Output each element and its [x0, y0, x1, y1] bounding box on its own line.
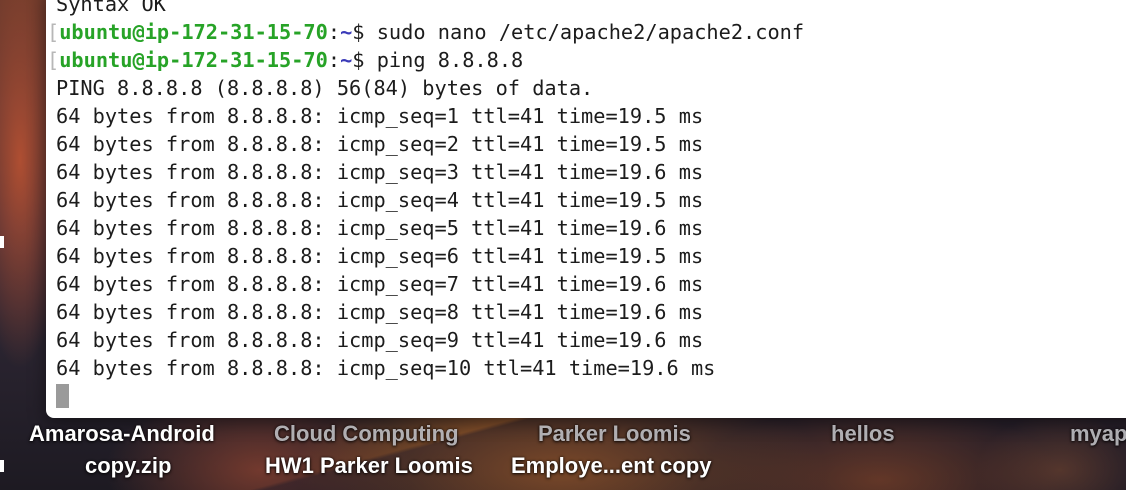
prompt-bracket: [ [47, 20, 60, 44]
prompt-path: ~ [340, 48, 353, 72]
prompt-user-host: ubuntu@ip-172-31-15-70 [59, 48, 328, 72]
terminal-cursor-line [56, 382, 804, 410]
desktop-icon-myap[interactable]: myap [1070, 421, 1126, 447]
terminal-output-line: 64 bytes from 8.8.8.8: icmp_seq=1 ttl=41… [56, 104, 704, 128]
terminal-output-line: PING 8.8.8.8 (8.8.8.8) 56(84) bytes of d… [56, 76, 594, 100]
desktop-icon-employee-copy[interactable]: Employe...ent copy [511, 453, 712, 479]
window-edge-marker [0, 460, 4, 472]
desktop-icon-cloud-computing[interactable]: Cloud Computing [274, 421, 459, 447]
terminal-output-line: 64 bytes from 8.8.8.8: icmp_seq=3 ttl=41… [56, 160, 704, 184]
terminal-output-line: 64 bytes from 8.8.8.8: icmp_seq=10 ttl=4… [56, 356, 716, 380]
prompt-path: ~ [340, 20, 353, 44]
desktop-icon-parker-loomis[interactable]: Parker Loomis [538, 421, 691, 447]
terminal-cursor [56, 384, 69, 408]
prompt-symbol: $ [352, 20, 365, 44]
terminal-output-line: 64 bytes from 8.8.8.8: icmp_seq=6 ttl=41… [56, 244, 704, 268]
terminal-output-line: 64 bytes from 8.8.8.8: icmp_seq=7 ttl=41… [56, 272, 704, 296]
desktop-icon-amarosa-android[interactable]: Amarosa-Android [29, 421, 215, 447]
prompt-user-host: ubuntu@ip-172-31-15-70 [59, 20, 328, 44]
prompt-separator: : [327, 48, 341, 72]
prompt-command: ping 8.8.8.8 [364, 48, 524, 72]
terminal-output-line: 64 bytes from 8.8.8.8: icmp_seq=2 ttl=41… [56, 132, 704, 156]
desktop-icon-hw1-parker-loomis[interactable]: HW1 Parker Loomis [265, 453, 473, 479]
prompt-command: sudo nano /etc/apache2/apache2.conf [364, 20, 805, 44]
prompt-bracket: [ [47, 48, 60, 72]
terminal-prompt-line: [ubuntu@ip-172-31-15-70:~$ ping 8.8.8.8 [47, 46, 804, 74]
window-edge-marker [0, 236, 4, 248]
terminal-line-partial: Syntax OK [56, 0, 166, 16]
terminal-output-line: 64 bytes from 8.8.8.8: icmp_seq=5 ttl=41… [56, 216, 704, 240]
desktop-icon-copy-zip[interactable]: copy.zip [85, 453, 171, 479]
prompt-symbol: $ [352, 48, 365, 72]
desktop-icon-hellos[interactable]: hellos [831, 421, 895, 447]
terminal-output-line: 64 bytes from 8.8.8.8: icmp_seq=4 ttl=41… [56, 188, 704, 212]
terminal-prompt-line: [ubuntu@ip-172-31-15-70:~$ sudo nano /et… [47, 18, 805, 46]
terminal-content[interactable]: Syntax OK [ubuntu@ip-172-31-15-70:~$ sud… [47, 0, 805, 410]
terminal-window[interactable]: Syntax OK [ubuntu@ip-172-31-15-70:~$ sud… [46, 0, 1126, 418]
terminal-output-line: 64 bytes from 8.8.8.8: icmp_seq=9 ttl=41… [56, 328, 704, 352]
prompt-separator: : [327, 20, 341, 44]
terminal-output-line: 64 bytes from 8.8.8.8: icmp_seq=8 ttl=41… [56, 300, 704, 324]
